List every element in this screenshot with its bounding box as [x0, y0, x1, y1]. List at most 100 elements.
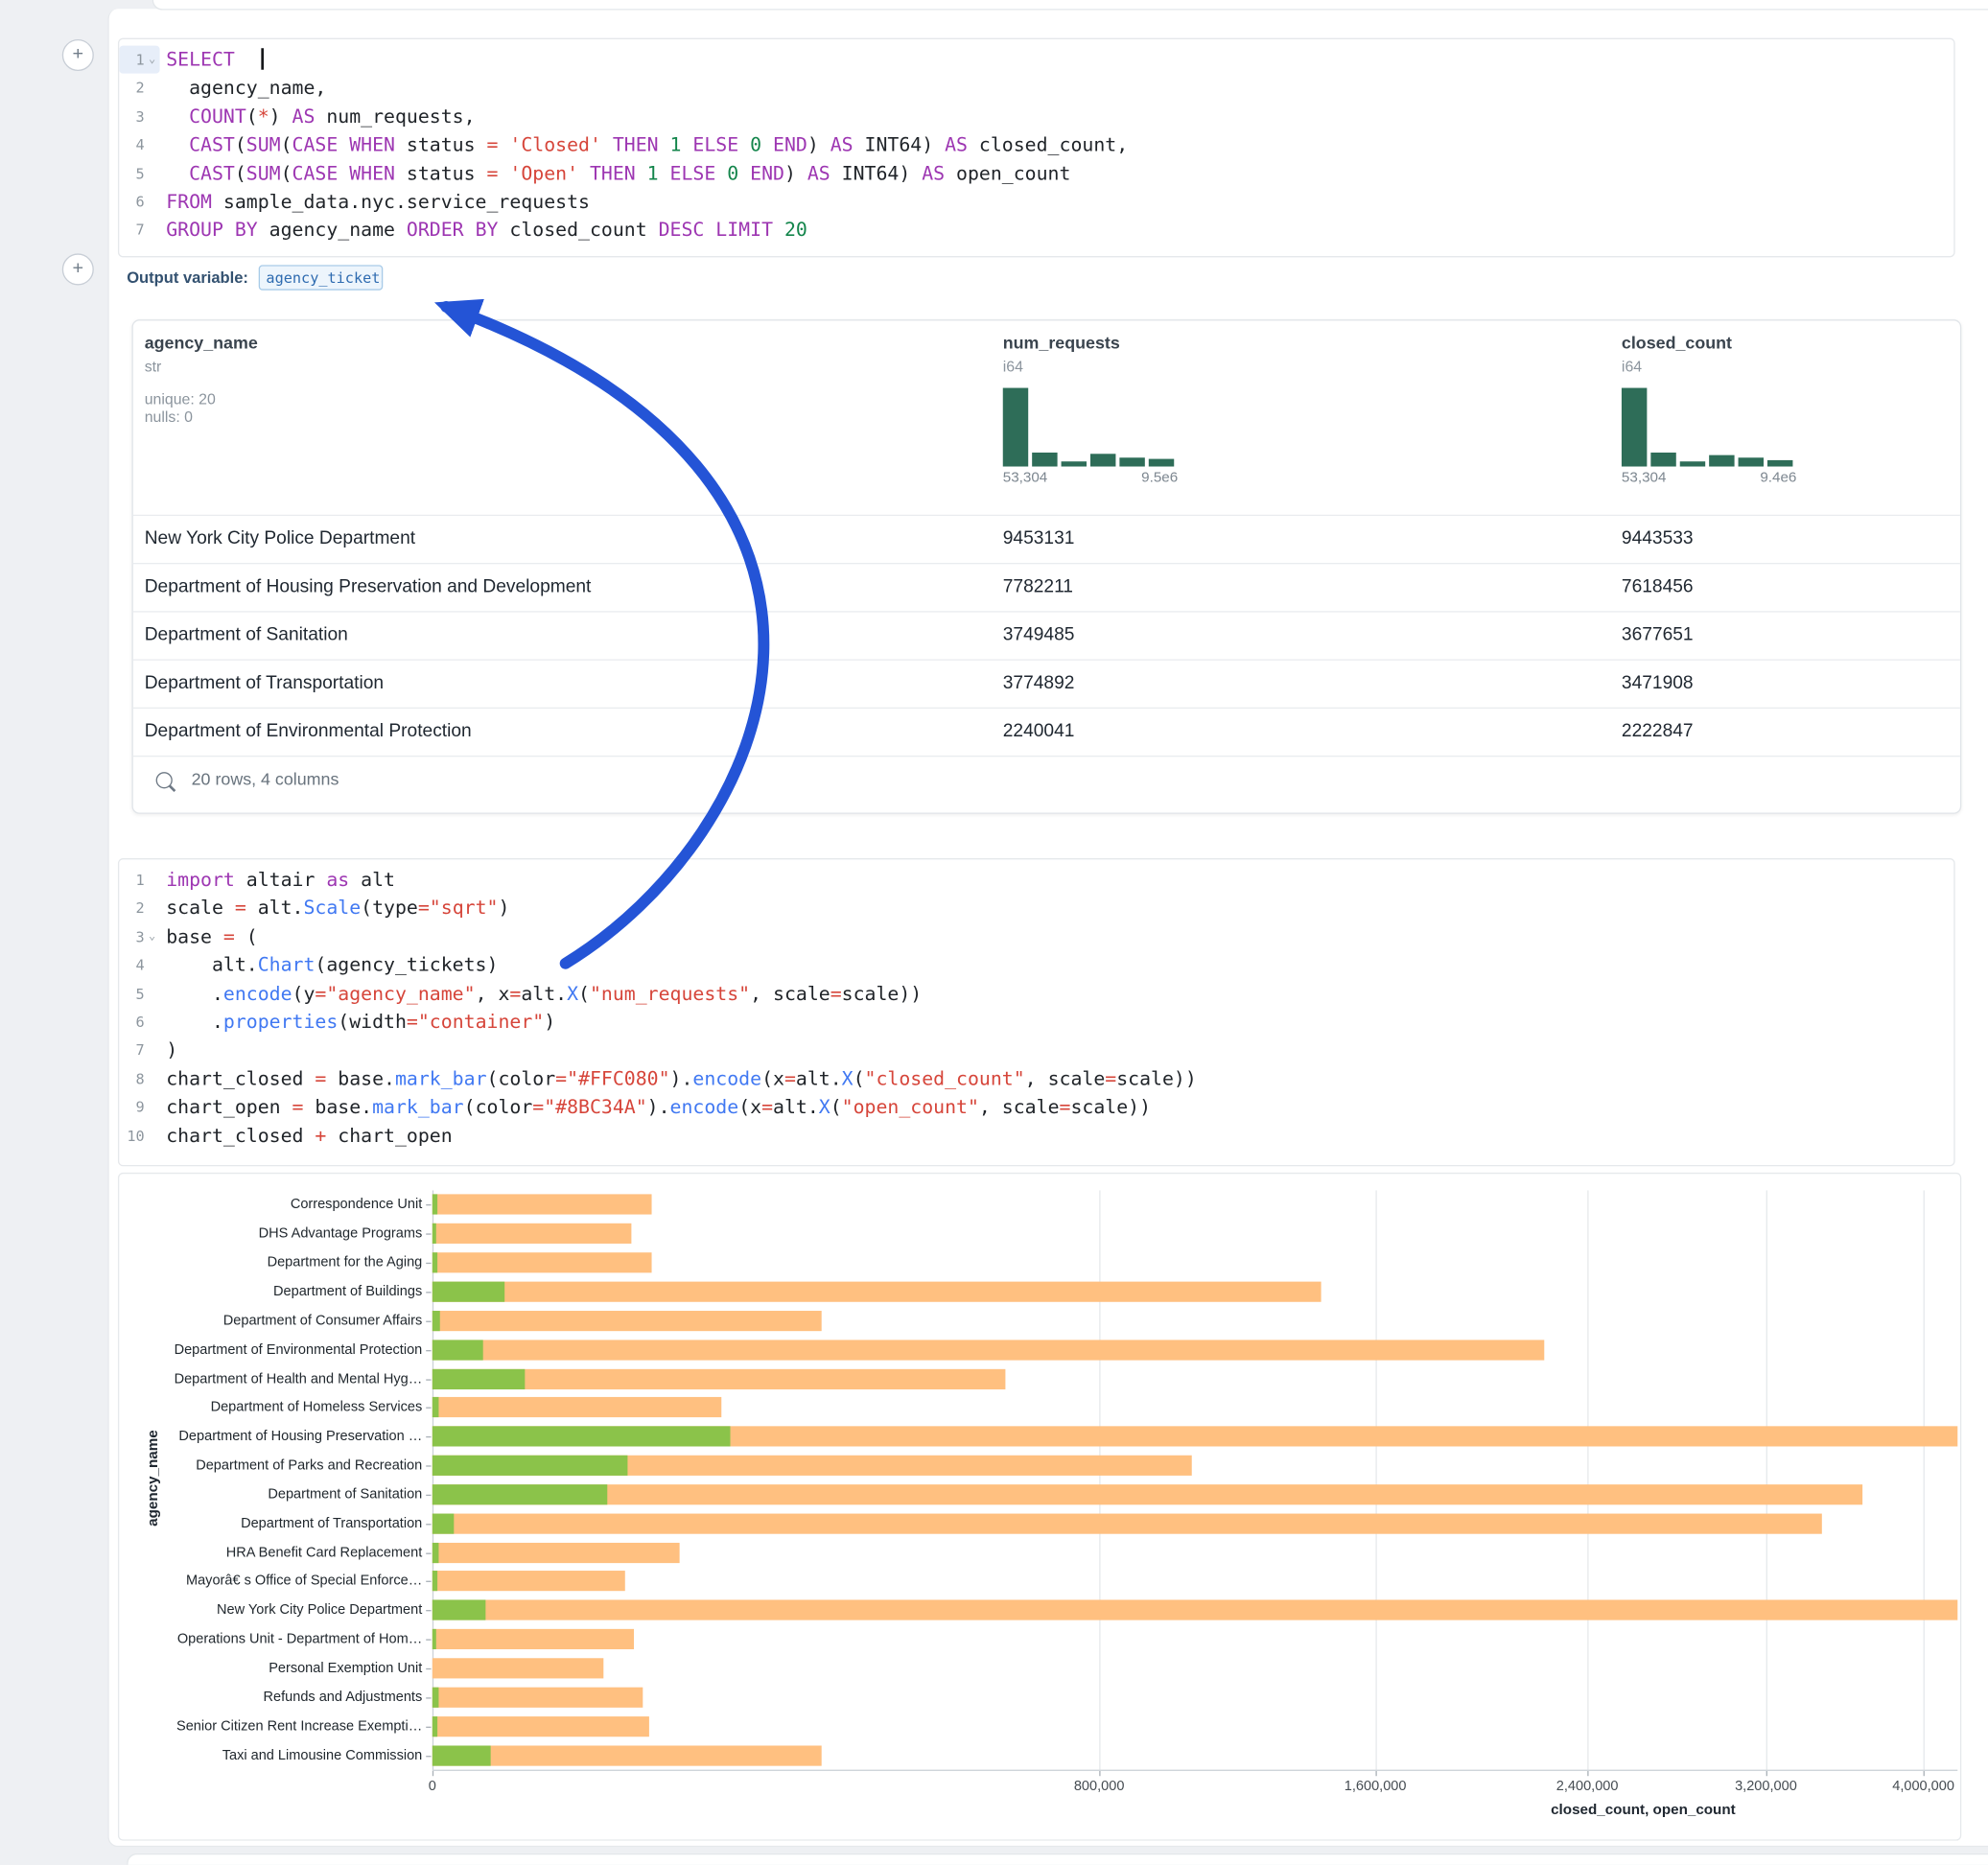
histogram-bar	[1119, 458, 1144, 467]
histogram-bar	[1739, 457, 1764, 467]
table-cell: Department of Housing Preservation and D…	[145, 564, 592, 611]
y-tick-mark	[426, 1205, 431, 1206]
line-number: 6	[119, 1008, 159, 1037]
chart-bar-closed	[433, 1397, 722, 1417]
x-tick-label: 4,000,000	[1847, 1779, 1961, 1794]
y-axis-label: Correspondence Unit	[169, 1196, 422, 1214]
histogram-min: 53,304	[1622, 470, 1667, 485]
chart-bar-closed	[433, 1600, 1957, 1620]
chart-bar-closed	[433, 1252, 652, 1272]
code-line: 10chart_closed + chart_open	[119, 1121, 1953, 1150]
add-cell-button[interactable]: +	[62, 253, 94, 285]
line-number: 2	[119, 895, 159, 923]
histogram-bar	[1709, 455, 1734, 466]
chart-bar-open	[433, 1484, 607, 1504]
python-code-editor[interactable]: 1import altair as alt2scale = alt.Scale(…	[118, 858, 1955, 1166]
histogram-bar	[1032, 453, 1057, 467]
code-line: 5 CAST(SUM(CASE WHEN status = 'Open' THE…	[119, 159, 1953, 188]
y-tick-mark	[426, 1436, 431, 1437]
histogram-bar	[1622, 388, 1647, 467]
chart-bar-open	[433, 1195, 437, 1215]
y-tick-mark	[426, 1726, 431, 1727]
y-axis-label: Department of Environmental Protection	[169, 1340, 422, 1359]
table-row[interactable]: Department of Sanitation37494853677651	[133, 613, 1960, 661]
y-tick-mark	[426, 1552, 431, 1553]
y-axis-label: Senior Citizen Rent Increase Exempti…	[169, 1717, 422, 1736]
chart-bar-open	[433, 1427, 731, 1447]
y-tick-mark	[426, 1640, 431, 1641]
column-header-agency-name[interactable]: agency_name str unique: 20 nulls: 0	[145, 334, 258, 427]
chart-bar-closed	[433, 1484, 1862, 1504]
chart-bar-open	[433, 1513, 455, 1533]
histogram-min: 53,304	[1003, 470, 1048, 485]
code-line: 7GROUP BY agency_name ORDER BY closed_co…	[119, 216, 1953, 245]
chart-bar-open	[433, 1340, 483, 1360]
table-row[interactable]: Department of Transportation377489234719…	[133, 661, 1960, 709]
column-header-num-requests[interactable]: num_requests i64 53,304 9.5e6	[1003, 334, 1178, 486]
chart-bar-open	[433, 1368, 526, 1388]
next-cell-edge	[127, 1853, 1988, 1865]
y-axis-label: Mayorâ€ s Office of Special Enforce…	[169, 1573, 422, 1591]
gridline	[1099, 1190, 1100, 1769]
line-number: 7	[119, 1037, 159, 1065]
y-axis-title: agency_name	[146, 1427, 161, 1528]
notebook-page: + + 1⌄SELECT 2 agency_name,3 COUNT(*) AS…	[0, 0, 1988, 1865]
fold-chevron-icon[interactable]: ⌄	[145, 46, 160, 75]
fold-chevron-icon[interactable]: ⌄	[145, 922, 160, 951]
output-variable-chip[interactable]: agency_tickets	[258, 265, 383, 290]
chart-bar-closed	[433, 1195, 652, 1215]
add-cell-button[interactable]: +	[62, 39, 94, 71]
table-cell: 3749485	[1003, 613, 1075, 660]
column-name: closed_count	[1622, 334, 1796, 353]
y-tick-mark	[426, 1581, 431, 1582]
y-tick-mark	[426, 1350, 431, 1351]
y-tick-mark	[426, 1320, 431, 1321]
code-line: 9chart_open = base.mark_bar(color="#8BC3…	[119, 1093, 1953, 1122]
histogram-max: 9.4e6	[1760, 470, 1796, 485]
y-tick-mark	[426, 1495, 431, 1496]
table-body: New York City Police Department945313194…	[133, 515, 1960, 758]
y-axis-label: Operations Unit - Department of Hom…	[169, 1630, 422, 1648]
x-tick-label: 1,600,000	[1299, 1779, 1452, 1794]
table-row[interactable]: Department of Environmental Protection 22…	[133, 709, 1960, 757]
chart-output: 0800,0001,600,0002,400,0003,200,0004,000…	[118, 1173, 1961, 1841]
chart-bar-closed	[433, 1311, 822, 1331]
table-cell: 3677651	[1622, 613, 1694, 660]
chart-bar-open	[433, 1572, 437, 1592]
y-axis-label: Department of Health and Mental Hyg…	[169, 1370, 422, 1388]
code-line: 2 agency_name,	[119, 74, 1953, 103]
code-line: 6 .properties(width="container")	[119, 1008, 1953, 1037]
y-tick-mark	[426, 1263, 431, 1264]
text-cursor	[262, 48, 264, 69]
line-number: 4	[119, 951, 159, 980]
sql-code-editor[interactable]: 1⌄SELECT 2 agency_name,3 COUNT(*) AS num…	[118, 38, 1955, 258]
table-footer: 20 rows, 4 columns	[133, 757, 1960, 807]
column-header-closed-count[interactable]: closed_count i64 53,304 9.4e6	[1622, 334, 1796, 486]
code-line: 2scale = alt.Scale(type="sqrt")	[119, 895, 1953, 923]
histogram-bar	[1650, 454, 1675, 467]
table-cell: Department of Environmental Protection	[145, 709, 472, 756]
chart-bar-closed	[433, 1542, 680, 1562]
chart-bar-closed	[433, 1572, 625, 1592]
y-axis-label: New York City Police Department	[169, 1601, 422, 1620]
chart-bar-open	[433, 1542, 438, 1562]
y-tick-mark	[426, 1668, 431, 1669]
chart-bar-open	[433, 1629, 436, 1649]
line-number: 8	[119, 1064, 159, 1093]
chart-bar-open	[433, 1224, 436, 1244]
table-row[interactable]: Department of Housing Preservation and D…	[133, 564, 1960, 612]
table-row[interactable]: New York City Police Department945313194…	[133, 516, 1960, 564]
table-cell: 2240041	[1003, 709, 1075, 756]
chart-bar-open	[433, 1252, 437, 1272]
y-axis-label: Department of Consumer Affairs	[169, 1312, 422, 1330]
table-cell: 3471908	[1622, 661, 1694, 708]
x-axis-title: closed_count, open_count	[1453, 1803, 1834, 1818]
x-tick-label: 0	[357, 1779, 509, 1794]
search-icon[interactable]	[156, 772, 173, 788]
chart-bar-open	[433, 1745, 490, 1765]
chart-bar-open	[433, 1456, 628, 1476]
output-variable-label: Output variable:	[127, 268, 248, 287]
column-meta: unique: 20	[145, 390, 258, 408]
code-line: 5 .encode(y="agency_name", x=alt.X("num_…	[119, 979, 1953, 1008]
output-variable-row: Output variable: agency_tickets	[127, 264, 383, 291]
